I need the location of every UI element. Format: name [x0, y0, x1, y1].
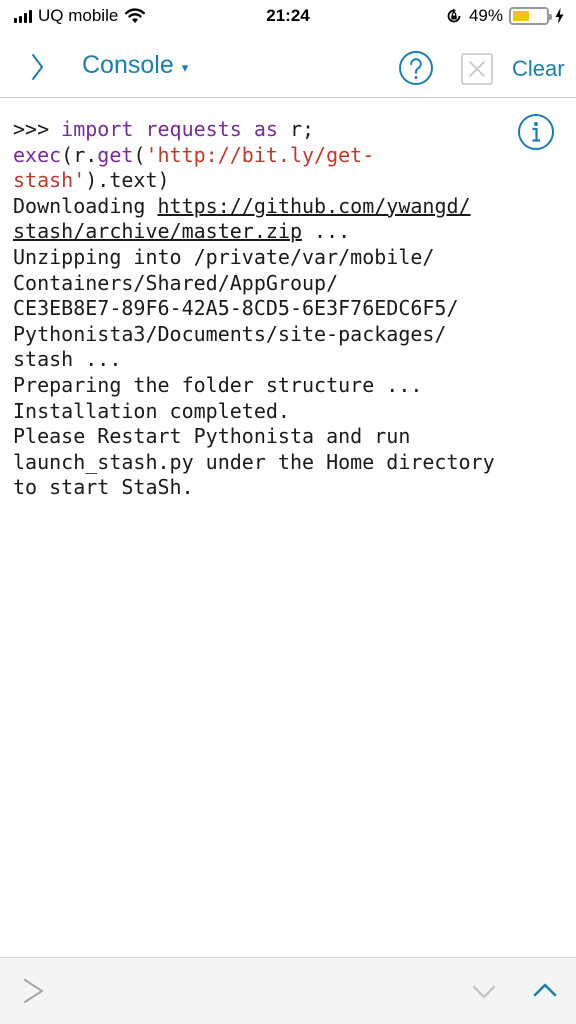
keyword-as: as: [253, 117, 278, 141]
close-icon[interactable]: [461, 53, 493, 85]
battery-tip: [549, 14, 552, 20]
console-output-line: stash ...: [13, 347, 122, 372]
download-link[interactable]: https://github.com/ywangd/: [158, 194, 471, 218]
console-output-line: Downloading https://github.com/ywangd/: [13, 194, 558, 220]
nav-bar: Console ▾ Clear: [0, 34, 576, 98]
function-exec: exec: [13, 142, 62, 167]
orientation-lock-icon: [447, 8, 461, 23]
function-get: get: [97, 142, 134, 167]
clear-button[interactable]: Clear: [512, 56, 565, 82]
status-bar: UQ mobile 21:24 49%: [0, 0, 576, 34]
console-output-line: Please Restart Pythonista and run: [13, 424, 411, 449]
console-output: >>> import requests as r; exec(r.get('ht…: [13, 117, 558, 501]
chevron-right-icon[interactable]: [24, 50, 50, 84]
console-output-line: Unzipping into /private/var/mobile/: [13, 244, 435, 269]
console-output-line: Pythonista3/Documents/site-packages/: [13, 321, 447, 346]
console-menu-button[interactable]: Console ▾: [82, 51, 188, 80]
console-input-line: >>> import requests as r;: [13, 117, 558, 143]
console-output-line: Containers/Shared/AppGroup/: [13, 270, 339, 295]
url-string: stash': [13, 168, 86, 193]
console-output-line: Installation completed.: [13, 398, 290, 423]
battery-level: [513, 11, 529, 21]
console-input-bar[interactable]: [0, 957, 576, 1024]
module-alias: r;: [277, 117, 315, 141]
console-prompt: >>>: [13, 117, 62, 141]
keyword-import: import: [61, 117, 134, 141]
download-link[interactable]: stash/archive/master.zip: [13, 219, 302, 243]
charging-icon: [555, 8, 564, 24]
console-output-line: launch_stash.py under the Home directory: [13, 449, 495, 474]
console-output-line: stash/archive/master.zip ...: [13, 219, 558, 245]
battery-icon: [509, 7, 552, 25]
caret-down-icon: ▾: [181, 59, 189, 75]
chevron-up-icon[interactable]: [531, 980, 559, 1000]
console-output-line: Preparing the folder structure ...: [13, 372, 423, 397]
code-fragment: (r.: [61, 142, 98, 167]
prompt-chevron-icon: [24, 979, 43, 1003]
console-input-line: stash').text): [13, 168, 558, 194]
chevron-down-icon[interactable]: [470, 982, 498, 1002]
console-input-line: exec(r.get('http://bit.ly/get-: [13, 143, 558, 169]
downloading-label: Downloading: [13, 193, 158, 218]
console-output-line: CE3EB8E7-89F6-42A5-8CD5-6E3F76EDC6F5/: [13, 296, 459, 321]
code-fragment: (: [133, 142, 146, 167]
status-right: 49%: [445, 6, 564, 26]
console-output-line: to start StaSh.: [13, 475, 194, 500]
download-ellipsis: ...: [301, 219, 351, 244]
module-name: requests: [133, 117, 254, 141]
code-fragment: ).text): [85, 168, 170, 193]
nav-title-label: Console: [82, 51, 174, 79]
url-string: 'http://bit.ly/get-: [145, 142, 375, 167]
help-icon[interactable]: [398, 50, 434, 86]
battery-percent: 49%: [468, 6, 503, 25]
